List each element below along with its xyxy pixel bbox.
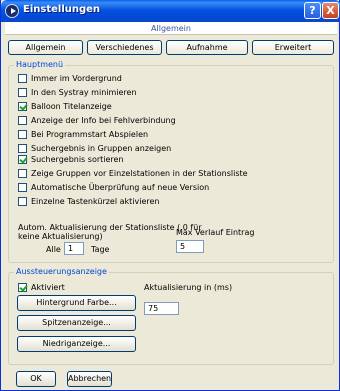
ok-button[interactable]: OK	[16, 371, 56, 387]
option-label: Immer im Vordergrund	[31, 74, 122, 83]
aussteuerung-legend: Aussteuerungsanzeige	[14, 267, 109, 277]
checkbox[interactable]	[18, 88, 27, 97]
max-verlauf-label: Max Verlauf Eintrag	[176, 228, 255, 237]
app-play-icon	[5, 4, 19, 18]
settings-window: Einstellungen ? X Allgemein Allgemein Ve…	[0, 0, 340, 391]
section-header: Allgemein	[5, 22, 337, 35]
tab-erweitert[interactable]: Erweitert	[252, 40, 334, 55]
niedriganzeige-button[interactable]: Niedriganzeige...	[17, 336, 136, 352]
alle-tage-input[interactable]: 1	[64, 242, 84, 255]
window-title: Einstellungen	[23, 4, 101, 15]
option-label: Balloon Titelanzeige	[31, 102, 112, 111]
option-label: In den Systray minimieren	[31, 88, 137, 97]
checkbox-checked[interactable]	[18, 102, 27, 111]
hauptmenu-legend: Hauptmenü	[14, 60, 66, 70]
tage-label: Tage	[91, 245, 110, 254]
autom-aktualisierung-label-2: keine Aktualisierung)	[18, 232, 103, 241]
checkbox-checked[interactable]	[18, 283, 27, 292]
checkbox[interactable]	[18, 144, 27, 153]
tab-aufnahme[interactable]: Aufnahme	[166, 40, 248, 55]
hintergrund-farbe-button[interactable]: Hintergrund Farbe...	[17, 295, 136, 311]
checkbox[interactable]	[18, 183, 27, 192]
option-label: Zeige Gruppen vor Einzelstationen in der…	[31, 169, 248, 178]
tab-allgemein[interactable]: Allgemein	[8, 40, 83, 55]
checkbox-checked[interactable]	[18, 155, 27, 164]
option-label: Einzelne Tastenkürzel aktivieren	[31, 197, 160, 206]
title-bar[interactable]: Einstellungen ? X	[1, 0, 340, 22]
tab-verschiedenes[interactable]: Verschiedenes	[87, 40, 162, 55]
help-button[interactable]: ?	[304, 2, 321, 19]
checkbox[interactable]	[18, 130, 27, 139]
option-label: Automatische Überprüfung auf neue Versio…	[31, 183, 210, 192]
abbrechen-button[interactable]: Abbrechen	[67, 371, 112, 387]
close-button[interactable]: X	[322, 2, 339, 19]
checkbox[interactable]	[18, 74, 27, 83]
max-verlauf-input[interactable]: 5	[176, 240, 204, 253]
option-label: Anzeige der Info bei Fehlverbindung	[31, 116, 176, 125]
spitzenanzeige-button[interactable]: Spitzenanzeige...	[17, 315, 136, 331]
checkbox[interactable]	[18, 197, 27, 206]
checkbox[interactable]	[18, 169, 27, 178]
checkbox[interactable]	[18, 116, 27, 125]
alle-label: Alle	[46, 245, 61, 254]
option-label: Aktiviert	[31, 283, 65, 292]
aktualisierung-ms-input[interactable]: 75	[144, 302, 179, 315]
option-label: Suchergebnis in Gruppen anzeigen	[31, 144, 172, 153]
option-label: Suchergebnis sortieren	[31, 155, 124, 164]
aktualisierung-ms-label: Aktualisierung in (ms)	[144, 283, 233, 292]
option-label: Bei Programmstart Abspielen	[31, 130, 149, 139]
